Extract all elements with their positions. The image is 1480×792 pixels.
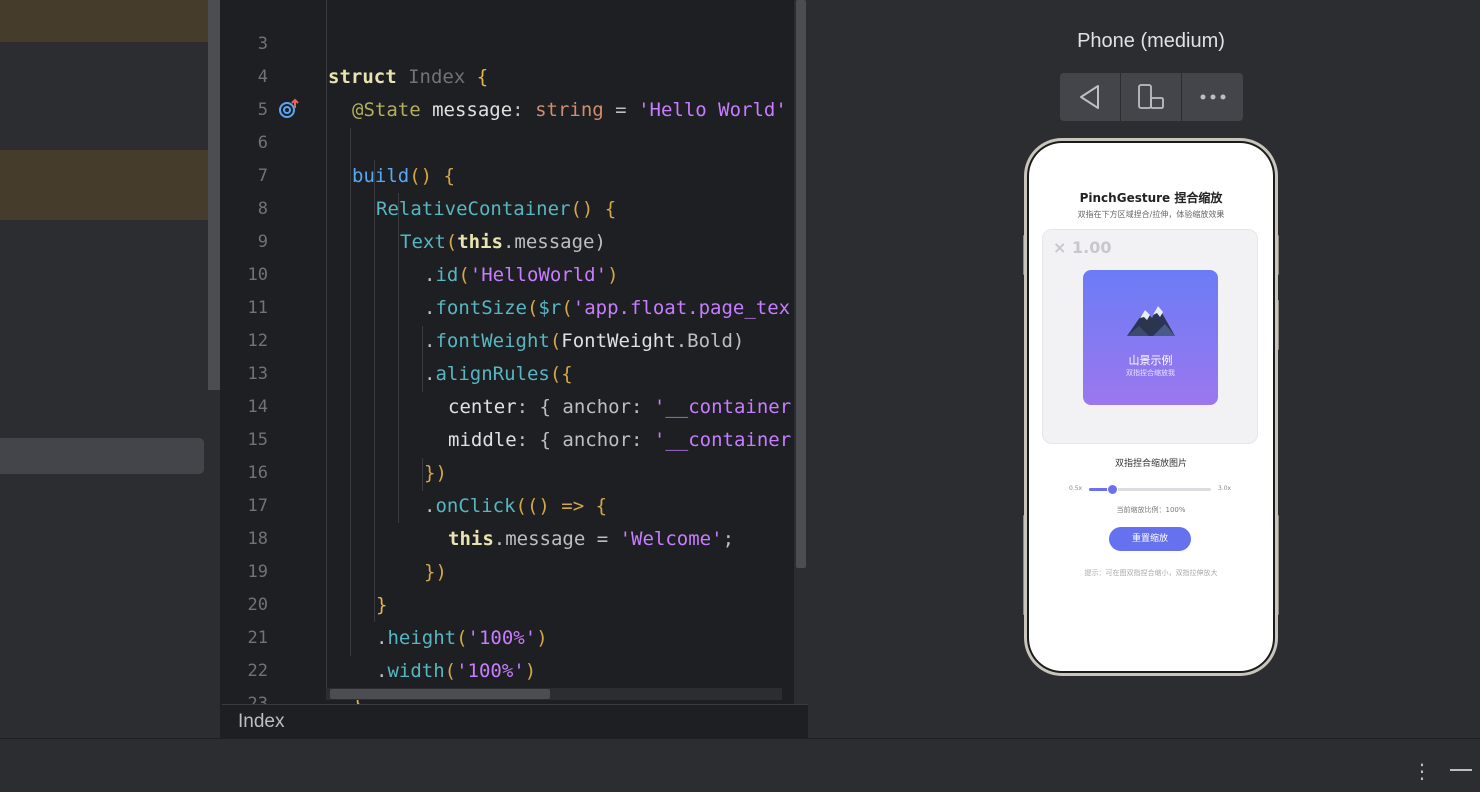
code-line: 5 — [222, 61, 808, 120]
back-triangle-icon — [1080, 85, 1099, 109]
app-title: PinchGesture 捏合缩放 — [1079, 191, 1223, 205]
code-line: 20 .height('100%') — [222, 556, 808, 649]
bottom-status-bar: ⋮ — [0, 738, 1480, 792]
code-line: 14 middle: { anchor: '__container — [222, 358, 808, 451]
editor-horizontal-scroll-thumb[interactable] — [330, 689, 550, 699]
code-line: 8 Text(this.message) — [222, 160, 808, 253]
code-line: 22 } — [222, 622, 808, 704]
slider-thumb[interactable] — [1107, 484, 1119, 495]
code-line: 12 .alignRules({ — [222, 292, 808, 385]
tip-text: 提示：可在图双指捏合缩小，双指拉伸放大 — [1084, 569, 1218, 577]
code-line: 21 .width('100%') — [222, 589, 808, 682]
highlighted-tree-row[interactable] — [0, 0, 220, 42]
zoom-ratio-text: 当前缩放比例：100% — [1116, 506, 1186, 514]
code-line: 10 .fontSize($r('app.float.page_tex — [222, 226, 808, 319]
breadcrumb-index[interactable]: Index — [238, 711, 284, 733]
slider-max-label: 3.0x — [1218, 485, 1232, 492]
previewer-panel: Phone (medium) PinchGesture 捏合缩放 双指在下方区域… — [808, 0, 1480, 738]
project-panel-scroll-thumb[interactable] — [208, 0, 220, 390]
code-line: 6 build() { — [222, 94, 808, 187]
more-button[interactable] — [1182, 73, 1243, 121]
phone-screen: PinchGesture 捏合缩放 双指在下方区域捏合/拉伸，体验缩放效果 × … — [1029, 143, 1273, 671]
editor-breadcrumb-bar: Index — [222, 704, 808, 738]
back-button[interactable] — [1060, 73, 1121, 121]
mountain-icon — [1127, 306, 1175, 336]
code-line: 13 center: { anchor: '__container — [222, 325, 808, 418]
selected-tree-row[interactable] — [0, 438, 204, 474]
code-line: 7 RelativeContainer() { — [222, 127, 808, 220]
project-panel — [0, 0, 208, 738]
reset-zoom-button[interactable]: 重置缩放 — [1109, 527, 1191, 551]
minimize-icon[interactable] — [1450, 769, 1472, 771]
card-subtitle: 双指捏合缩放我 — [1126, 369, 1175, 377]
code-editor[interactable]: 3 struct Index { 4 @State message: strin… — [222, 0, 808, 704]
slider-min-label: 0.5x — [1069, 485, 1083, 492]
pinch-gesture-area[interactable]: × 1.00 山景示例 双指捏合缩放我 — [1042, 229, 1258, 444]
image-card[interactable]: 山景示例 双指捏合缩放我 — [1083, 270, 1218, 405]
code-line: 4 @State message: string = 'Hello World' — [222, 28, 808, 121]
code-line: 16 .onClick(() => { — [222, 424, 808, 517]
code-line: 17 this.message = 'Welcome'; — [222, 457, 808, 550]
app-subtitle: 双指在下方区域捏合/拉伸，体验缩放效果 — [1077, 210, 1225, 219]
rotate-device-button[interactable] — [1121, 73, 1182, 121]
options-menu-icon[interactable]: ⋮ — [1412, 759, 1432, 783]
previewer-toolbar — [1060, 73, 1243, 121]
zoom-slider[interactable] — [1089, 484, 1211, 495]
code-line: 23 } — [222, 655, 808, 704]
line-number: 23 — [247, 694, 268, 704]
code-line: 11 .fontWeight(FontWeight.Bold) — [222, 259, 808, 352]
section-label: 双指捏合缩放图片 — [1114, 459, 1187, 469]
device-label: Phone (medium) — [1077, 30, 1225, 52]
code-line: 15 }) — [222, 391, 808, 484]
highlighted-tree-row[interactable] — [0, 150, 220, 220]
code-line: 9 .id('HelloWorld') — [222, 193, 808, 286]
more-icon — [1200, 94, 1225, 100]
code-line: 19 } — [222, 523, 808, 616]
device-rotate-icon — [1138, 84, 1164, 109]
card-title: 山景示例 — [1128, 354, 1173, 367]
editor-vertical-scroll-thumb[interactable] — [796, 0, 806, 568]
phone-frame: PinchGesture 捏合缩放 双指在下方区域捏合/拉伸，体验缩放效果 × … — [1024, 138, 1278, 676]
scale-label: × 1.00 — [1053, 238, 1112, 257]
code-line: 3 struct Index { — [222, 0, 808, 88]
code-line: 18 }) — [222, 490, 808, 583]
